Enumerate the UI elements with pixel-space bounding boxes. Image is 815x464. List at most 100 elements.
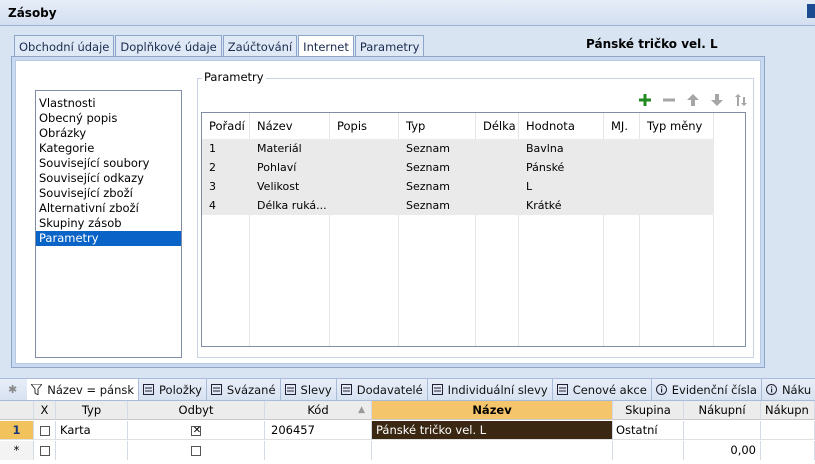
row-select-checkbox[interactable] — [39, 445, 50, 456]
table-cell[interactable] — [604, 196, 640, 215]
table-cell[interactable]: 3 — [202, 177, 250, 196]
tab-doplnkove-udaje[interactable]: Doplňkové údaje — [115, 35, 222, 57]
cell-kod[interactable]: 206457 — [265, 421, 372, 440]
table-cell[interactable]: L — [519, 177, 604, 196]
cell-typ[interactable]: Karta — [56, 421, 128, 440]
table-cell[interactable] — [330, 196, 399, 215]
cell-odbyt[interactable] — [128, 441, 265, 460]
tab-slevy[interactable]: Slevy — [281, 379, 337, 400]
table-cell[interactable] — [476, 196, 519, 215]
cell-skupina[interactable]: Ostatní — [613, 421, 684, 440]
table-cell[interactable]: Velikost — [250, 177, 330, 196]
cell-kod[interactable] — [265, 441, 372, 460]
table-cell[interactable] — [476, 158, 519, 177]
tab-nakup[interactable]: Náku — [762, 379, 815, 400]
tab-dodavatele[interactable]: Dodavatelé — [337, 379, 428, 400]
tab-cenove-akce[interactable]: Cenové akce — [553, 379, 652, 400]
cell-skupina[interactable] — [613, 441, 684, 460]
row-select-cell[interactable] — [34, 441, 56, 460]
table-cell[interactable] — [604, 158, 640, 177]
grid-header-nakupni-2[interactable]: Nákupn — [761, 401, 815, 420]
cell-nakupni[interactable]: 0,00 — [684, 441, 761, 460]
table-cell[interactable]: Pánské — [519, 158, 604, 177]
tab-individualni-slevy[interactable]: Individuální slevy — [428, 379, 553, 400]
table-cell[interactable]: Seznam — [399, 139, 476, 158]
col-header-typ[interactable]: Typ — [399, 113, 476, 139]
table-cell[interactable]: 4 — [202, 196, 250, 215]
table-cell[interactable] — [604, 177, 640, 196]
asterisk-icon[interactable]: ✱ — [0, 383, 27, 396]
add-icon[interactable] — [636, 91, 654, 109]
table-cell[interactable] — [640, 158, 714, 177]
move-up-icon[interactable] — [684, 91, 702, 109]
table-cell[interactable] — [640, 196, 714, 215]
window-edge-button[interactable] — [807, 4, 815, 18]
table-cell[interactable]: Materiál — [250, 139, 330, 158]
tab-evidencni-cisla[interactable]: Evidenční čísla — [652, 379, 762, 400]
table-cell[interactable]: 1 — [202, 139, 250, 158]
col-header-delka[interactable]: Délka — [476, 113, 519, 139]
table-cell[interactable]: Délka ruká... — [250, 196, 330, 215]
table-row-new[interactable]: * 0,00 — [0, 441, 815, 460]
remove-icon[interactable] — [660, 91, 678, 109]
nav-item-obecny-popis[interactable]: Obecný popis — [36, 111, 181, 126]
grid-header-nakupni[interactable]: Nákupní — [684, 401, 761, 420]
row-select-checkbox[interactable] — [39, 425, 50, 436]
tab-zauctovani[interactable]: Zaúčtování — [222, 35, 298, 57]
table-cell[interactable]: Seznam — [399, 196, 476, 215]
table-cell[interactable] — [330, 139, 399, 158]
tab-obchodni-udaje[interactable]: Obchodní údaje — [14, 35, 115, 57]
cell-nakupni-2[interactable] — [761, 441, 815, 460]
grid-header-kod[interactable]: Kód ▲ — [265, 401, 372, 420]
tab-filter-nazev[interactable]: Název = pánsk — [27, 379, 140, 400]
cell-typ[interactable] — [56, 441, 128, 460]
table-cell[interactable]: Krátké — [519, 196, 604, 215]
col-header-mj[interactable]: MJ. — [604, 113, 640, 139]
table-cell[interactable]: Pohlaví — [250, 158, 330, 177]
table-cell[interactable] — [330, 177, 399, 196]
table-cell[interactable]: Seznam — [399, 177, 476, 196]
grid-header-skupina[interactable]: Skupina — [613, 401, 684, 420]
nav-item-obrazky[interactable]: Obrázky — [36, 126, 181, 141]
nav-item-skupiny-zasob[interactable]: Skupiny zásob — [36, 216, 181, 231]
grid-header-typ[interactable]: Typ — [56, 401, 128, 420]
col-header-typ-meny[interactable]: Typ měny — [640, 113, 714, 139]
table-cell[interactable] — [640, 139, 714, 158]
move-down-icon[interactable] — [708, 91, 726, 109]
nav-item-souvisejici-odkazy[interactable]: Související odkazy — [36, 171, 181, 186]
grid-header-nazev[interactable]: Název — [372, 401, 613, 420]
table-row[interactable]: 1 Karta 206457 Pánské tričko vel. L Osta… — [0, 421, 815, 440]
cell-nakupni-2[interactable] — [761, 421, 815, 440]
nav-item-alternativni-zbozi[interactable]: Alternativní zboží — [36, 201, 181, 216]
tab-svazane[interactable]: Svázané — [207, 379, 281, 400]
cell-nazev[interactable]: Pánské tričko vel. L — [372, 421, 613, 440]
nav-item-vlastnosti[interactable]: Vlastnosti — [36, 96, 181, 111]
nav-item-souvisejici-zbozi[interactable]: Související zboží — [36, 186, 181, 201]
nav-item-kategorie[interactable]: Kategorie — [36, 141, 181, 156]
nav-item-parametry[interactable]: Parametry — [36, 231, 181, 246]
col-header-popis[interactable]: Popis — [330, 113, 399, 139]
table-cell[interactable] — [604, 139, 640, 158]
table-cell[interactable]: 2 — [202, 158, 250, 177]
sort-icon[interactable] — [732, 91, 750, 109]
col-header-nazev[interactable]: Název — [250, 113, 330, 139]
table-cell[interactable] — [476, 139, 519, 158]
col-header-hodnota[interactable]: Hodnota — [519, 113, 604, 139]
table-cell[interactable] — [330, 158, 399, 177]
odbyt-checkbox[interactable] — [191, 423, 202, 439]
table-cell[interactable] — [640, 177, 714, 196]
table-cell[interactable] — [476, 177, 519, 196]
tab-parametry[interactable]: Parametry — [354, 35, 425, 57]
nav-item-souvisejici-soubory[interactable]: Související soubory — [36, 156, 181, 171]
col-header-poradi[interactable]: Pořadí — [202, 113, 250, 139]
odbyt-checkbox[interactable] — [191, 445, 201, 456]
row-select-cell[interactable] — [34, 421, 56, 440]
cell-nakupni[interactable] — [684, 421, 761, 440]
tab-internet[interactable]: Internet — [298, 35, 354, 58]
grid-header-odbyt[interactable]: Odbyt — [128, 401, 265, 420]
table-cell[interactable]: Seznam — [399, 158, 476, 177]
cell-nazev[interactable] — [372, 441, 613, 460]
grid-header-x[interactable]: X — [34, 401, 56, 420]
tab-polozky[interactable]: Položky — [139, 379, 207, 400]
cell-odbyt[interactable] — [128, 421, 265, 440]
